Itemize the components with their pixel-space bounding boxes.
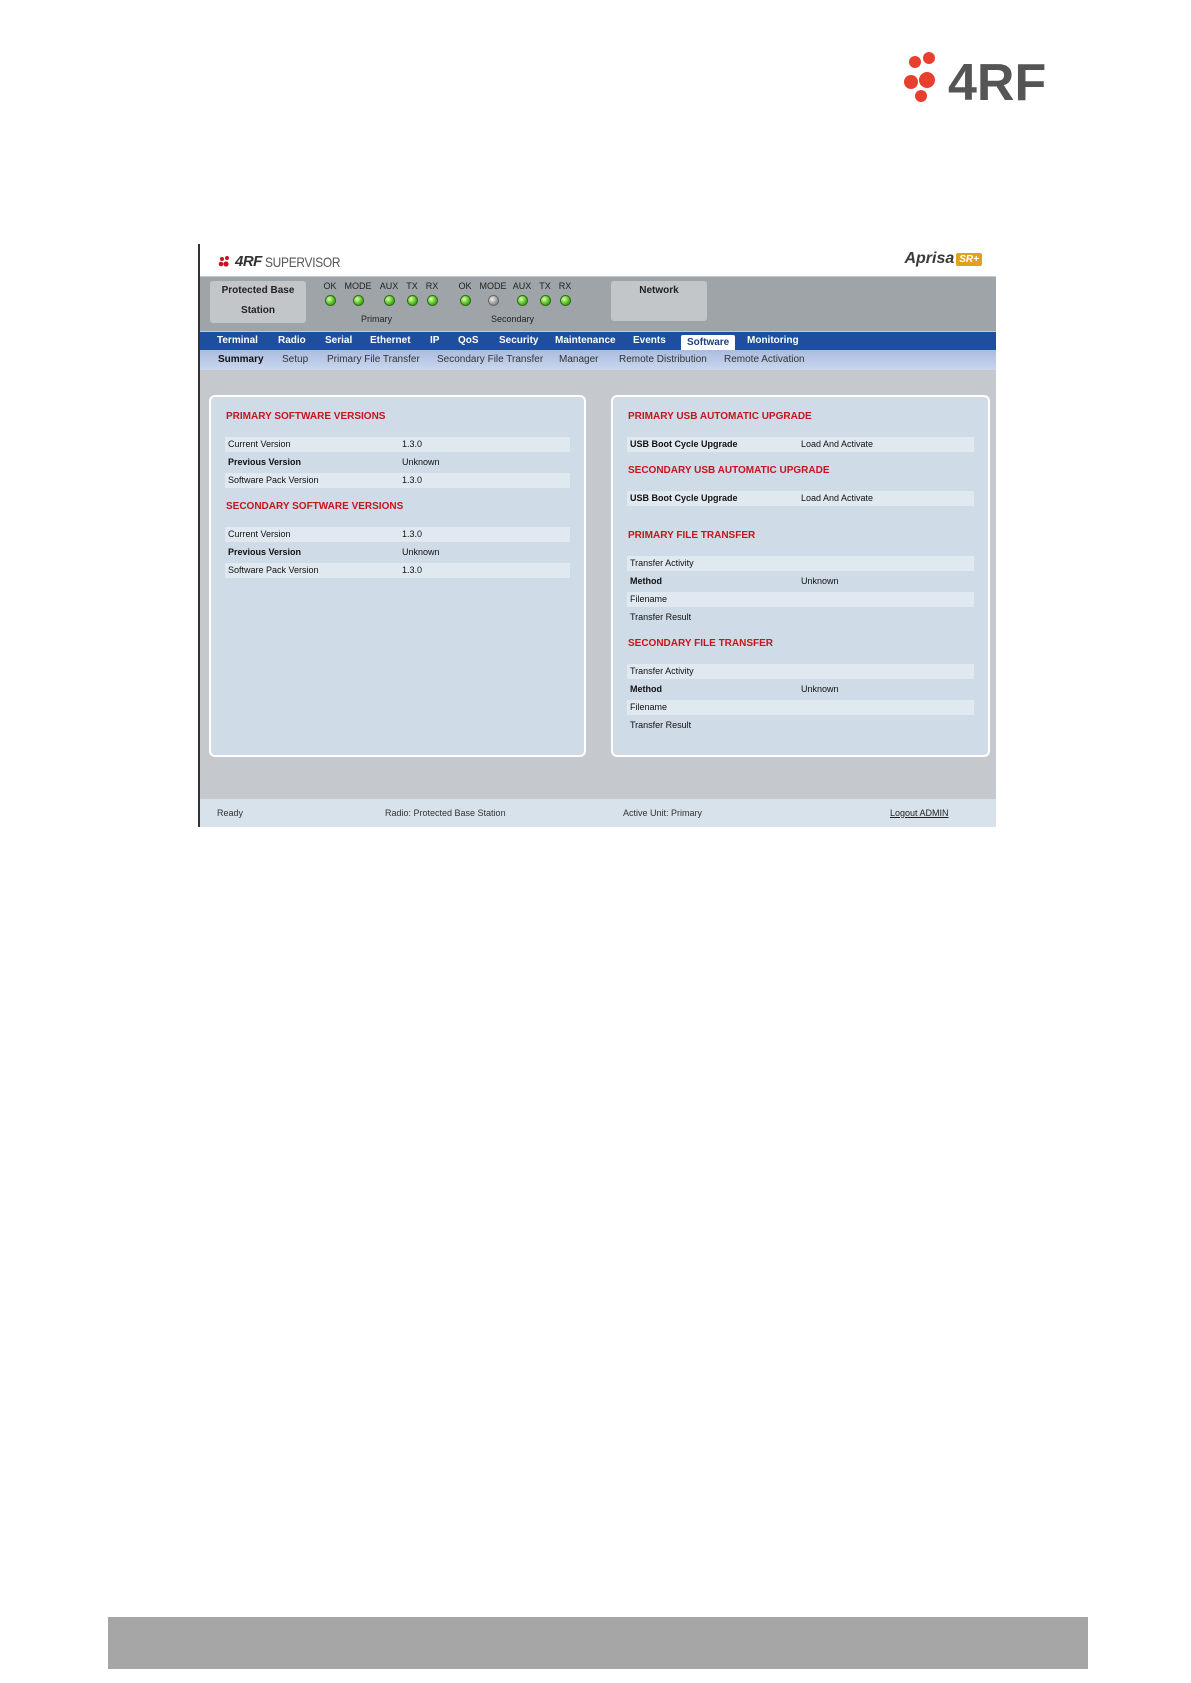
primary-led-rx: RX [417,281,447,306]
primary-software-versions-title: PRIMARY SOFTWARE VERSIONS [226,411,386,422]
product-name: Aprisa [904,250,955,267]
table-row: Filename [627,592,974,607]
led-icon [516,295,528,306]
tab-maintenance[interactable]: Maintenance [555,332,616,350]
led-icon [352,295,364,306]
subtab-primary-file-transfer[interactable]: Primary File Transfer [327,350,420,370]
tab-software[interactable]: Software [681,335,736,350]
subtab-setup[interactable]: Setup [282,350,308,370]
secondary-label: Secondary [491,314,535,324]
4rf-logo-icon: 4RF [904,52,1046,112]
tab-qos[interactable]: QoS [458,332,479,350]
primary-led-ok: OK [315,281,345,306]
page-footer-bar [108,1617,1088,1669]
table-row: Current Version 1.3.0 [225,527,570,542]
logout-link[interactable]: Logout ADMIN [890,808,949,818]
station-label-line2: Station [241,305,275,316]
secondary-software-versions-title: SECONDARY SOFTWARE VERSIONS [226,501,404,512]
table-row: Transfer Activity [627,664,974,679]
led-icon [383,295,395,306]
subtab-secondary-file-transfer[interactable]: Secondary File Transfer [437,350,543,370]
station-label-line1: Protected Base [221,285,295,296]
table-row: Previous Version Unknown [228,457,440,467]
secondary-file-transfer-title: SECONDARY FILE TRANSFER [628,638,774,649]
app-header: 4RF SUPERVISOR Aprisa SR+ [200,244,996,277]
tab-monitoring[interactable]: Monitoring [747,332,799,350]
secondary-usb-upgrade-title: SECONDARY USB AUTOMATIC UPGRADE [628,465,830,476]
table-row: Previous Version Unknown [228,547,440,557]
tab-ip[interactable]: IP [430,332,439,350]
table-row: Transfer Activity [627,556,974,571]
table-row: Transfer Result [630,720,692,730]
main-nav: Terminal Radio Serial Ethernet IP QoS Se… [200,332,996,350]
table-row: USB Boot Cycle Upgrade Load And Activate [627,437,974,452]
secondary-led-rx: RX [550,281,580,306]
led-icon [426,295,438,306]
table-row: Current Version 1.3.0 [225,437,570,452]
tab-terminal[interactable]: Terminal [217,332,258,350]
product-logo: Aprisa SR+ [904,250,982,268]
primary-label: Primary [361,314,392,324]
product-badge: SR+ [956,252,982,266]
table-row: Software Pack Version 1.3.0 [225,473,570,488]
app-title: SUPERVISOR [264,253,341,270]
network-button[interactable]: Network [611,281,707,321]
subtab-summary[interactable]: Summary [218,350,264,370]
active-unit-status: Active Unit: Primary [623,808,703,818]
led-icon [324,295,336,306]
primary-usb-upgrade-title: PRIMARY USB AUTOMATIC UPGRADE [628,411,812,422]
table-row: Transfer Result [630,612,692,622]
table-row: Filename [627,700,974,715]
tab-ethernet[interactable]: Ethernet [370,332,411,350]
radio-status: Radio: Protected Base Station [385,808,506,818]
subtab-remote-activation[interactable]: Remote Activation [724,350,805,370]
led-icon [487,295,499,306]
logo-text: 4RF [948,54,1046,104]
software-versions-panel: PRIMARY SOFTWARE VERSIONS Current Versio… [209,395,586,757]
sub-nav: Summary Setup Primary File Transfer Seco… [200,350,996,370]
tab-security[interactable]: Security [499,332,538,350]
status-footer: Ready Radio: Protected Base Station Acti… [200,799,996,827]
secondary-led-ok: OK [450,281,480,306]
secondary-led-mode: MODE [478,281,508,306]
subtab-remote-distribution[interactable]: Remote Distribution [619,350,707,370]
table-row: USB Boot Cycle Upgrade Load And Activate [627,491,974,506]
table-row: Software Pack Version 1.3.0 [225,563,570,578]
led-icon [459,295,471,306]
4rf-mark-icon [218,255,229,267]
tab-radio[interactable]: Radio [278,332,306,350]
supervisor-logo: 4RF SUPERVISOR [218,253,353,270]
table-row: Method Unknown [630,576,839,586]
primary-file-transfer-title: PRIMARY FILE TRANSFER [628,530,756,541]
led-icon [539,295,551,306]
table-row: Method Unknown [630,684,839,694]
primary-led-mode: MODE [343,281,373,306]
station-box[interactable]: Protected Base Station [210,281,306,323]
status-panel: Protected Base Station OK MODE AUX TX RX… [200,277,996,331]
subtab-manager[interactable]: Manager [559,350,598,370]
tab-events[interactable]: Events [633,332,666,350]
tab-serial[interactable]: Serial [325,332,352,350]
led-icon [559,295,571,306]
supervisor-window: 4RF SUPERVISOR Aprisa SR+ Protected Base… [198,244,996,827]
ready-status: Ready [217,808,244,818]
upgrade-transfer-panel: PRIMARY USB AUTOMATIC UPGRADE USB Boot C… [611,395,990,757]
led-icon [406,295,418,306]
brand-name: 4RF [235,253,262,270]
company-logo: 4RF [903,52,1078,112]
